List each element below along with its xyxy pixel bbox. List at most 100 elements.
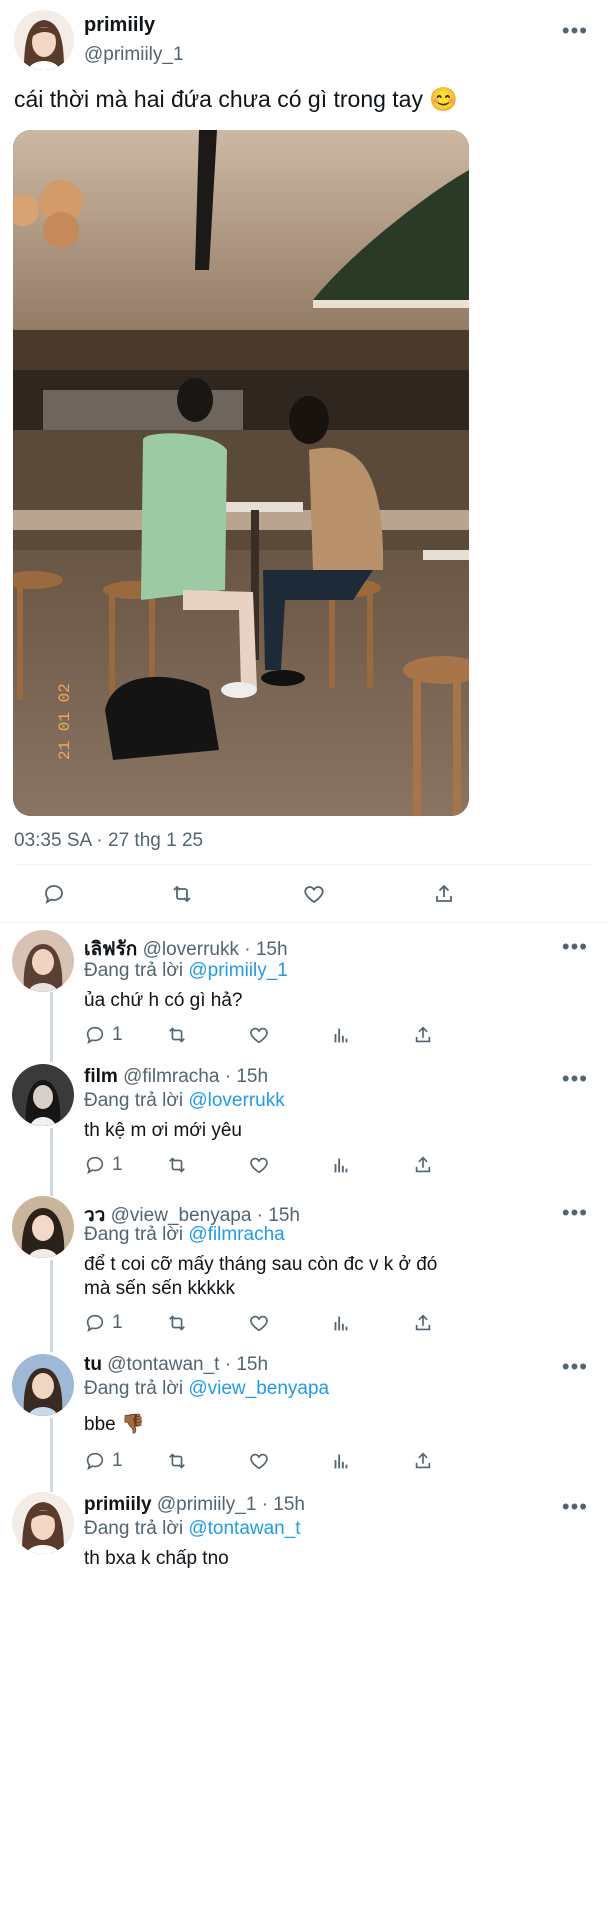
reply-button[interactable]: 1 <box>84 1450 123 1472</box>
replying-to-label: Đang trả lời <box>84 1518 184 1539</box>
reply-handle[interactable]: @filmracha <box>123 1066 219 1087</box>
share-button[interactable] <box>412 1450 434 1472</box>
thread-line <box>50 992 53 1062</box>
share-icon <box>415 1026 431 1043</box>
like-icon <box>250 1157 268 1174</box>
reply-age: · 15h <box>224 1066 269 1087</box>
analytics-button[interactable] <box>330 1154 352 1176</box>
thread-line <box>50 1128 53 1196</box>
like-icon <box>250 1315 268 1332</box>
reply-button[interactable]: 1 <box>84 1024 123 1046</box>
reply-icon <box>86 1156 104 1175</box>
replying-to-link[interactable]: @loverrukk <box>188 1090 284 1111</box>
retweet-button[interactable] <box>166 1154 188 1176</box>
author-avatar[interactable] <box>14 10 74 70</box>
tweet-text: cái thời mà hai đứa chưa có gì trong tay… <box>14 86 458 112</box>
reply-count: 1 <box>112 1154 123 1175</box>
author-display-name[interactable]: primiily <box>84 14 155 37</box>
retweet-button[interactable] <box>170 882 194 906</box>
reply-age: · 15h <box>261 1494 305 1515</box>
tweet-time: 03:35 SA <box>14 830 92 851</box>
share-icon <box>415 1156 431 1173</box>
retweet-icon <box>169 1157 185 1173</box>
reply-button[interactable]: 1 <box>84 1154 123 1176</box>
share-icon <box>436 884 452 902</box>
reply-avatar[interactable] <box>12 1196 74 1258</box>
share-button[interactable] <box>432 882 456 906</box>
timestamp-separator: · <box>96 830 103 851</box>
analytics-icon <box>334 1028 348 1043</box>
replying-to-label: Đang trả lời <box>84 1224 184 1245</box>
reply-icon <box>86 1452 104 1471</box>
replying-to-label: Đang trả lời <box>84 1090 184 1111</box>
reply-text: th bxa k chấp tno <box>84 1548 229 1569</box>
reply-handle[interactable]: @primiily_1 <box>157 1494 257 1515</box>
reply-display-name[interactable]: primiily <box>84 1494 152 1515</box>
reply-display-name[interactable]: film <box>84 1066 118 1087</box>
retweet-button[interactable] <box>166 1024 188 1046</box>
share-icon <box>415 1452 431 1469</box>
tweet-timestamp: 03:35 SA · 27 thg 1 25 <box>14 830 203 852</box>
retweet-icon <box>173 885 191 903</box>
reply-display-name[interactable]: วว <box>84 1205 105 1226</box>
reply-avatar[interactable] <box>12 930 74 992</box>
author-handle[interactable]: @primiily_1 <box>84 44 184 66</box>
analytics-icon <box>334 1158 348 1173</box>
retweet-icon <box>169 1453 185 1469</box>
retweet-icon <box>169 1027 185 1043</box>
reply-text-line: mà sến sến kkkkk <box>84 1278 235 1299</box>
analytics-button[interactable] <box>330 1450 352 1472</box>
analytics-icon <box>334 1454 348 1469</box>
share-icon <box>415 1314 431 1331</box>
retweet-icon <box>169 1315 185 1331</box>
reply-count: 1 <box>112 1312 123 1333</box>
reply-handle[interactable]: @view_benyapa <box>111 1205 252 1226</box>
reply-text: ủa chứ h có gì hả? <box>84 990 243 1011</box>
reply-age: · 15h <box>244 939 288 960</box>
replying-to-link[interactable]: @filmracha <box>188 1224 284 1245</box>
divider <box>14 864 594 865</box>
reply-display-name[interactable]: เลิฟรัก <box>84 939 137 960</box>
reply-text-line: để t coi cỡ mấy tháng sau còn đc v k ở đ… <box>84 1254 438 1275</box>
replying-to-link[interactable]: @view_benyapa <box>188 1378 329 1399</box>
reply-text: th kệ m ơi mới yêu <box>84 1120 242 1141</box>
retweet-button[interactable] <box>166 1450 188 1472</box>
analytics-button[interactable] <box>330 1024 352 1046</box>
tweet-date: 27 thg 1 25 <box>108 830 204 851</box>
like-button[interactable] <box>248 1450 270 1472</box>
more-options-icon[interactable]: ••• <box>562 1356 588 1378</box>
analytics-icon <box>334 1316 348 1331</box>
share-button[interactable] <box>412 1154 434 1176</box>
reply-icon <box>86 1026 104 1045</box>
like-button[interactable] <box>302 882 326 906</box>
reply-icon <box>86 1314 104 1333</box>
more-options-icon[interactable]: ••• <box>562 1202 588 1224</box>
reply-avatar[interactable] <box>12 1354 74 1416</box>
tweet-photo[interactable]: 21 01 02 <box>13 130 469 816</box>
replying-to-link[interactable]: @primiily_1 <box>188 960 288 981</box>
reply-handle[interactable]: @loverrukk <box>143 939 239 960</box>
reply-handle[interactable]: @tontawan_t <box>107 1354 219 1375</box>
more-options-icon[interactable]: ••• <box>562 1496 588 1518</box>
reply-button[interactable]: 1 <box>84 1312 123 1334</box>
more-options-icon[interactable]: ••• <box>562 936 588 958</box>
like-button[interactable] <box>248 1024 270 1046</box>
like-button[interactable] <box>248 1312 270 1334</box>
more-options-icon[interactable]: ••• <box>562 1068 588 1090</box>
reply-avatar[interactable] <box>12 1492 74 1554</box>
more-options-icon[interactable]: ••• <box>562 20 588 42</box>
share-button[interactable] <box>412 1024 434 1046</box>
reply-count: 1 <box>112 1024 123 1045</box>
reply-avatar[interactable] <box>12 1064 74 1126</box>
replying-to-label: Đang trả lời <box>84 1378 184 1399</box>
reply-text: bbe 👎🏾 <box>84 1414 145 1435</box>
share-button[interactable] <box>412 1312 434 1334</box>
analytics-button[interactable] <box>330 1312 352 1334</box>
reply-display-name[interactable]: tu <box>84 1354 102 1375</box>
retweet-button[interactable] <box>166 1312 188 1334</box>
like-button[interactable] <box>248 1154 270 1176</box>
reply-button[interactable] <box>42 882 66 906</box>
like-icon <box>304 886 324 904</box>
reply-age: · 15h <box>224 1354 269 1375</box>
replying-to-link[interactable]: @tontawan_t <box>188 1518 300 1539</box>
